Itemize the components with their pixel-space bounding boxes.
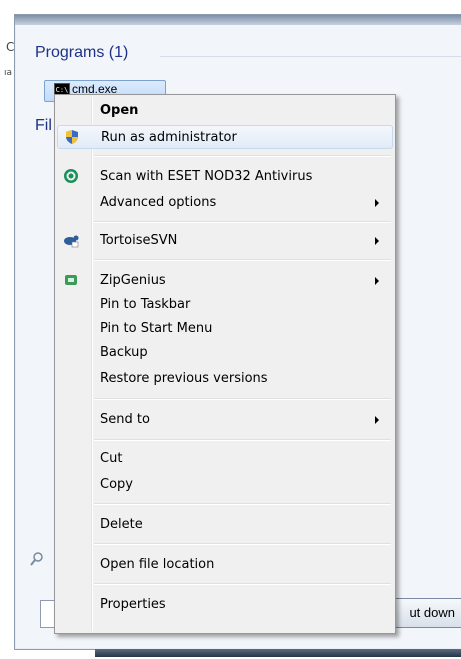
menu-item-pin-to-start-menu[interactable]: Pin to Start Menu	[57, 317, 393, 341]
menu-separator	[94, 543, 391, 545]
tortoisesvn-icon	[64, 235, 79, 248]
files-section-title: Fil	[35, 117, 52, 134]
edge-glyph-top: C	[6, 40, 15, 54]
menu-item-cut[interactable]: Cut	[57, 447, 393, 471]
menu-item-scan-eset[interactable]: Scan with ESET NOD32 Antivirus	[57, 165, 393, 189]
submenu-arrow-icon	[375, 237, 379, 245]
menu-item-zipgenius[interactable]: ZipGenius	[57, 269, 393, 293]
context-menu: Open Run as administrator Scan with ESET…	[54, 94, 396, 634]
submenu-arrow-icon	[375, 277, 379, 285]
menu-item-open[interactable]: Open	[57, 99, 393, 123]
menu-item-backup[interactable]: Backup	[57, 341, 393, 365]
submenu-arrow-icon	[375, 416, 379, 424]
menu-separator	[94, 439, 391, 441]
menu-item-run-as-administrator[interactable]: Run as administrator	[57, 125, 393, 149]
programs-section-title: Programs (1)	[35, 44, 129, 61]
programs-section-divider	[160, 56, 461, 57]
menu-separator	[94, 583, 391, 585]
menu-item-delete[interactable]: Delete	[57, 513, 393, 537]
uac-shield-icon	[66, 130, 78, 144]
start-menu-glass-edge	[15, 15, 461, 25]
menu-separator	[94, 155, 391, 157]
menu-separator	[94, 221, 391, 223]
menu-item-copy[interactable]: Copy	[57, 473, 393, 497]
menu-item-send-to[interactable]: Send to	[57, 408, 393, 432]
menu-item-open-file-location[interactable]: Open file location	[57, 553, 393, 577]
start-menu-bottom-edge	[95, 649, 461, 657]
zipgenius-icon	[65, 275, 77, 285]
submenu-arrow-icon	[375, 199, 379, 207]
menu-item-restore-previous-versions[interactable]: Restore previous versions	[57, 367, 393, 391]
search-icon	[30, 552, 43, 566]
eset-icon	[64, 169, 78, 183]
menu-item-properties[interactable]: Properties	[57, 593, 393, 617]
menu-item-tortoisesvn[interactable]: TortoiseSVN	[57, 229, 393, 253]
menu-item-pin-to-taskbar[interactable]: Pin to Taskbar	[57, 293, 393, 317]
shut-down-label: ut down	[409, 605, 455, 620]
menu-separator	[94, 398, 391, 400]
menu-separator	[94, 503, 391, 505]
menu-item-advanced-options[interactable]: Advanced options	[57, 191, 393, 215]
menu-separator	[94, 259, 391, 261]
edge-glyph-mid: ıa	[4, 68, 13, 78]
